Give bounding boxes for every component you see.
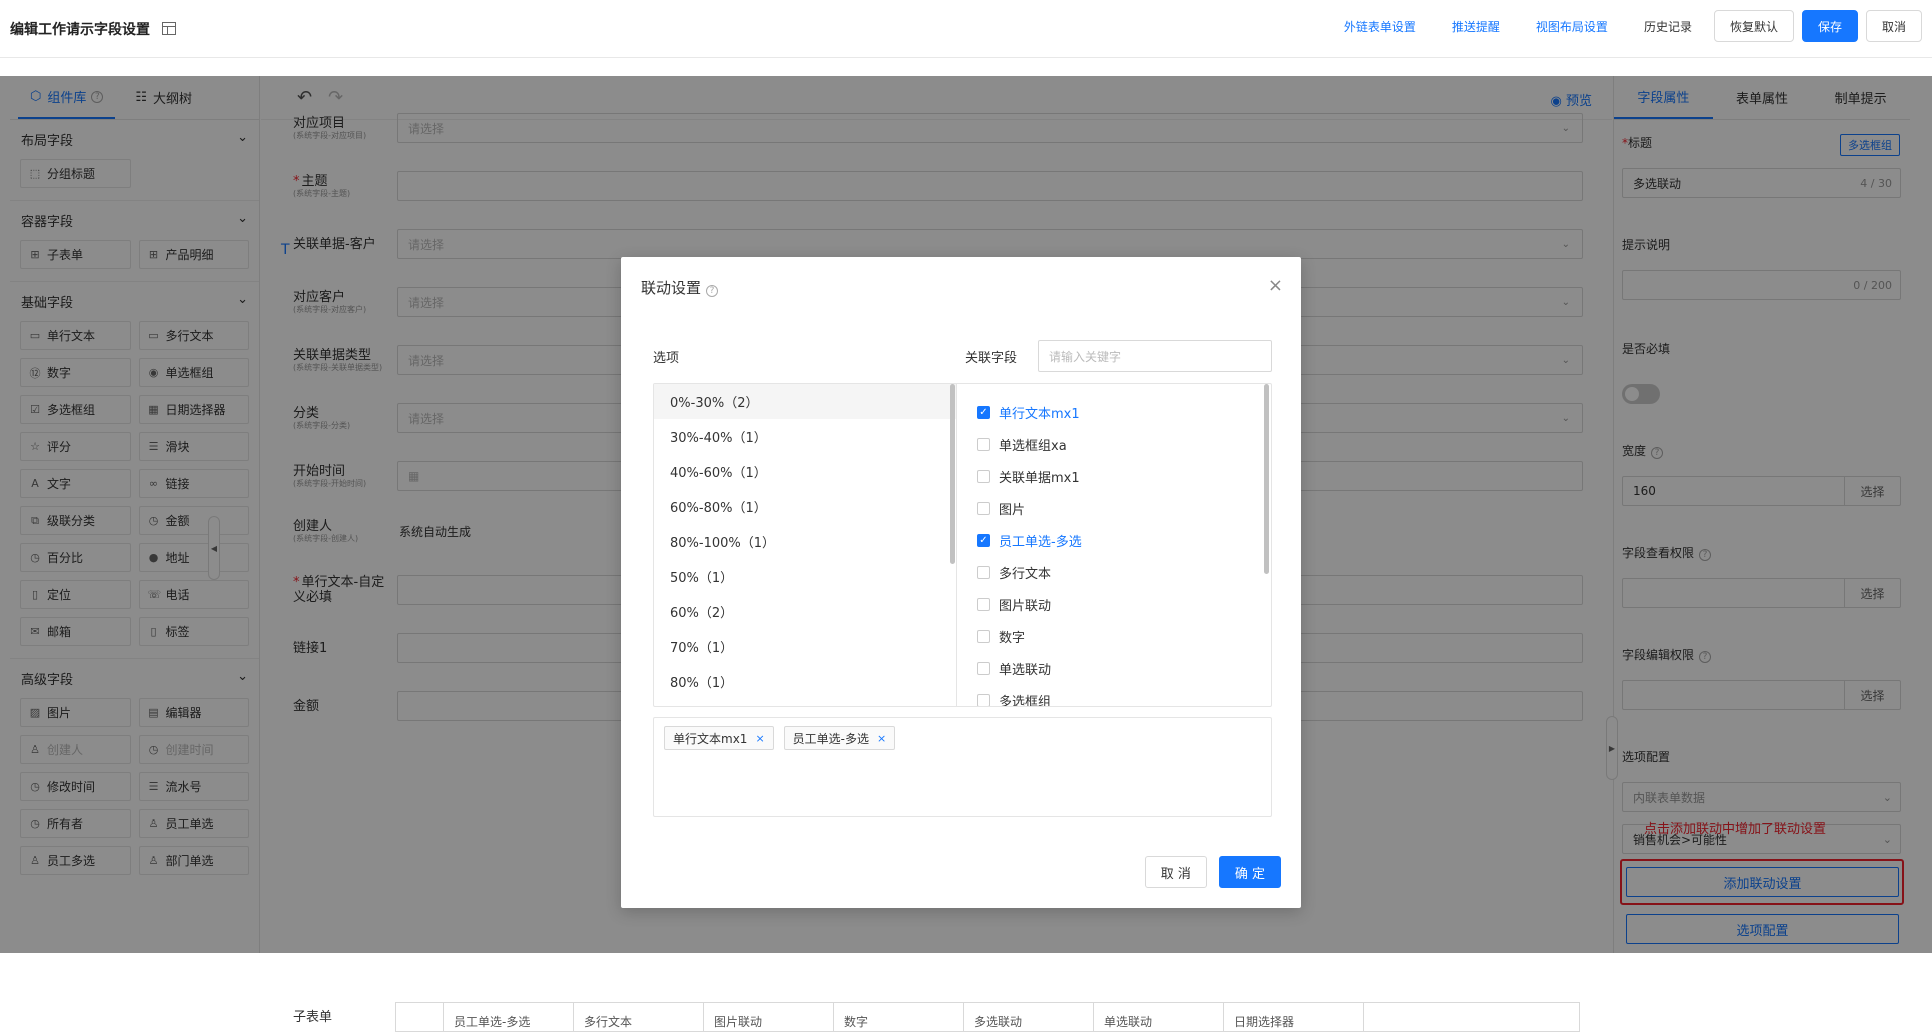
option-item[interactable]: 0%-30%（2） [654,384,956,419]
checkbox[interactable] [977,565,990,579]
tag-label: 单行文本mx1 [673,731,748,746]
dialog-title: 联动设置? [641,277,719,298]
dialog-confirm-button[interactable]: 确 定 [1218,856,1281,888]
remove-tag-icon[interactable]: × [755,732,764,745]
option-item[interactable]: 50%（1） [654,559,956,594]
subtable-column: 多行文本 [574,1003,704,1031]
checkbox[interactable]: ✓ [977,533,990,547]
field-checkbox-label: 数字 [999,630,1026,646]
field-checkbox-label: 单选联动 [999,662,1052,678]
checkbox[interactable] [977,437,990,451]
subtable-column: 数字 [834,1003,964,1031]
option-item[interactable]: 40%-60%（1） [654,454,956,489]
page-title: 编辑工作请示字段设置 [10,21,150,38]
subtable-column: 员工单选-多选 [444,1003,574,1031]
layout-icon[interactable] [162,22,176,35]
cancel-button[interactable]: 取消 [1865,10,1922,42]
subtable-header: 员工单选-多选 多行文本 图片联动 数字 多选联动 单选联动 日期选择器 [395,1002,1580,1032]
restore-default-button[interactable]: 恢复默认 [1713,10,1794,42]
top-actions: 外链表单设置 推送提醒 视图布局设置 历史记录 恢复默认 保存 取消 [1344,10,1922,42]
dialog-footer: 取 消 确 定 [1133,856,1281,888]
field-checkbox-item[interactable]: 单选联动 [957,652,1271,684]
subtable-column: 日期选择器 [1224,1003,1364,1031]
external-form-link[interactable]: 外链表单设置 [1344,18,1416,35]
field-checkbox-item[interactable]: 图片联动 [957,588,1271,620]
help-icon: ? [706,285,719,297]
history-link[interactable]: 历史记录 [1644,18,1692,35]
option-item[interactable]: 60%（2） [654,594,956,629]
subtable-label: 子表单 [293,1010,333,1025]
tag-label: 员工单选-多选 [792,731,869,746]
field-checkbox-item[interactable]: 多行文本 [957,556,1271,588]
subtable-column [396,1003,444,1031]
field-checkbox-label: 单行文本mx1 [999,406,1080,422]
field-checkbox-item[interactable]: ✓ 员工单选-多选 [957,524,1271,556]
field-checkbox-label: 关联单据mx1 [999,470,1080,486]
options-scrollbar[interactable] [950,384,955,564]
option-item[interactable]: 30%-40%（1） [654,419,956,454]
field-checkbox-label: 图片 [999,502,1026,518]
selected-field-tag: 单行文本mx1 × [664,726,774,750]
subtable-column: 多选联动 [964,1003,1094,1031]
checkbox[interactable] [977,597,990,611]
field-checkbox-item[interactable]: 关联单据mx1 [957,460,1271,492]
subtable-column: 单选联动 [1094,1003,1224,1031]
field-checkbox-label: 多行文本 [999,566,1052,582]
checkbox[interactable] [977,629,990,643]
checkbox[interactable]: ✓ [977,405,990,419]
options-label: 选项 [653,351,680,366]
save-button[interactable]: 保存 [1801,10,1858,42]
field-checkbox-label: 多选框组 [999,694,1052,707]
field-checkbox-label: 单选框组xa [999,438,1067,454]
selected-fields-area: 单行文本mx1 × 员工单选-多选 × [653,717,1272,817]
checkbox[interactable] [977,469,990,483]
dialog-cancel-button[interactable]: 取 消 [1144,856,1207,888]
fields-scrollbar[interactable] [1264,384,1269,574]
remove-tag-icon[interactable]: × [877,732,886,745]
checkbox[interactable] [977,661,990,675]
field-checkbox-item[interactable]: 图片 [957,492,1271,524]
view-layout-link[interactable]: 视图布局设置 [1536,18,1608,35]
top-bar: 编辑工作请示字段设置 外链表单设置 推送提醒 视图布局设置 历史记录 恢复默认 … [0,0,1932,58]
related-fields-label: 关联字段 [965,351,1018,366]
field-search-input[interactable]: 请输入关键字 [1038,340,1272,372]
option-item[interactable]: 60%-80%（1） [654,489,956,524]
checkbox[interactable] [977,501,990,515]
field-checkbox-item[interactable]: 多选框组 [957,684,1271,706]
option-item[interactable]: 80%-100%（1） [654,524,956,559]
option-item[interactable]: 80%（1） [654,664,956,699]
option-item[interactable]: 70%（1） [654,629,956,664]
field-checkbox-item[interactable]: 单选框组xa [957,428,1271,460]
push-reminder-link[interactable]: 推送提醒 [1452,18,1500,35]
subtable-column: 图片联动 [704,1003,834,1031]
checkbox[interactable] [977,693,990,706]
field-checkbox-label: 员工单选-多选 [999,534,1082,550]
options-list: 0%-30%（2） 30%-40%（1） 40%-60%（1） 60%-80%（1） 8… [654,384,957,706]
linkage-lists: 0%-30%（2） 30%-40%（1） 40%-60%（1） 60%-80%（1） 8… [653,383,1272,707]
field-checkbox-item[interactable]: 数字 [957,620,1271,652]
close-icon[interactable]: × [1268,275,1283,296]
linkage-settings-dialog: 联动设置? × 选项 关联字段 请输入关键字 0%-30%（2） 30%-40%（… [621,257,1301,908]
field-checkbox-item[interactable]: ✓ 单行文本mx1 [957,396,1271,428]
fields-list: ✓ 单行文本mx1 单选框组xa 关联单据mx1 图片 ✓ 员工单选-多选 多行文本图片联动数… [957,384,1271,706]
field-checkbox-label: 图片联动 [999,598,1052,614]
selected-field-tag: 员工单选-多选 × [783,726,896,750]
